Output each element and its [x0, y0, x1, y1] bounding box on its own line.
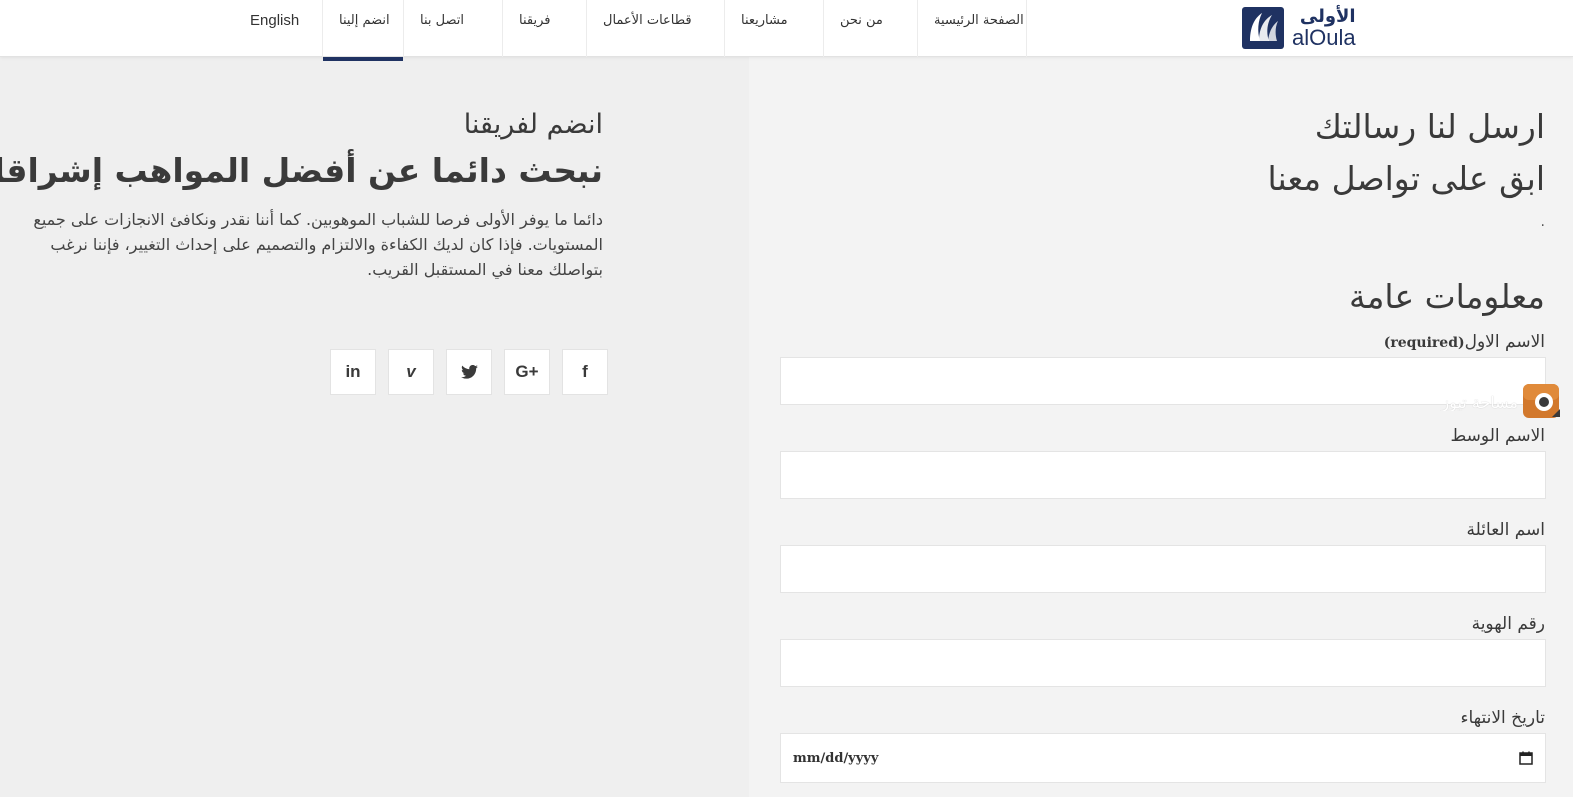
watermark-text: مساحة تيوز — [1441, 393, 1518, 411]
alula-logo-icon — [1242, 7, 1284, 49]
twitter-bird-icon — [460, 365, 478, 379]
vimeo-icon[interactable]: v — [388, 349, 434, 395]
family-name-input[interactable] — [780, 545, 1546, 593]
logo-wordmark: الأولى alOula — [1292, 5, 1356, 50]
nav-item-business-sectors[interactable]: قطاعات الأعمال — [586, 0, 724, 57]
google-plus-icon[interactable]: G+ — [504, 349, 550, 395]
required-marker: (required) — [1383, 335, 1465, 351]
id-number-label: رقم الهوية — [1471, 614, 1545, 634]
nav-item-our-projects[interactable]: مشاريعنا — [724, 0, 823, 57]
nav-item-home[interactable]: الصفحة الرئيسية — [917, 0, 1027, 57]
form-heading-line2: ابق على تواصل معنا — [1267, 159, 1546, 198]
calendar-icon[interactable] — [1519, 751, 1533, 765]
middle-name-label: الاسم الوسط — [1450, 426, 1545, 446]
id-number-input[interactable] — [780, 639, 1546, 687]
facebook-icon[interactable]: f — [562, 349, 608, 395]
nav-item-our-team[interactable]: فريقنا — [502, 0, 586, 57]
camera-badge-icon[interactable] — [1522, 381, 1562, 421]
expiry-date-label: تاريخ الانتهاء — [1460, 708, 1545, 728]
expiry-date-placeholder: mm/dd/yyyy — [793, 750, 879, 766]
join-description: دائما ما يوفر الأولى فرصا للشباب الموهوب… — [33, 210, 603, 279]
section-title-general-info: معلومات عامة — [1349, 277, 1545, 316]
site-logo[interactable]: الأولى alOula — [1242, 5, 1358, 51]
linkedin-icon[interactable]: in — [330, 349, 376, 395]
first-name-label: الاسم الاول(required) — [1384, 332, 1545, 352]
social-links: in v G+ f — [330, 349, 608, 395]
nav-item-contact-us[interactable]: اتصل بنا — [403, 0, 502, 57]
middle-name-input[interactable] — [780, 451, 1546, 499]
join-team-panel: انضم لفريقنا نبحث دائما عن أفضل المواهب … — [0, 57, 749, 797]
join-subtitle: انضم لفريقنا — [463, 109, 603, 140]
logo-text-english: alOula — [1292, 24, 1356, 50]
nav-item-about-us[interactable]: من نحن — [823, 0, 917, 57]
contact-form-panel: ارسل لنا رسالتك ابق على تواصل معنا . معل… — [749, 57, 1573, 797]
main-nav: English انضم إلينا اتصل بنا فريقنا قطاعا… — [234, 0, 1027, 61]
language-switch[interactable]: English — [234, 0, 322, 57]
site-header: English انضم إلينا اتصل بنا فريقنا قطاعا… — [0, 0, 1573, 61]
logo-text-arabic: الأولى — [1299, 5, 1356, 27]
form-heading-dot: . — [1540, 214, 1545, 230]
first-name-label-text: الاسم الاول — [1464, 332, 1545, 352]
join-title: نبحث دائما عن أفضل المواهب إشراقا. — [0, 151, 603, 190]
twitter-icon[interactable] — [446, 349, 492, 395]
family-name-label: اسم العائلة — [1466, 520, 1545, 540]
expiry-date-input[interactable]: mm/dd/yyyy — [780, 733, 1546, 783]
nav-item-join-us[interactable]: انضم إلينا — [322, 0, 403, 61]
form-heading-line1: ارسل لنا رسالتك — [1314, 107, 1545, 146]
